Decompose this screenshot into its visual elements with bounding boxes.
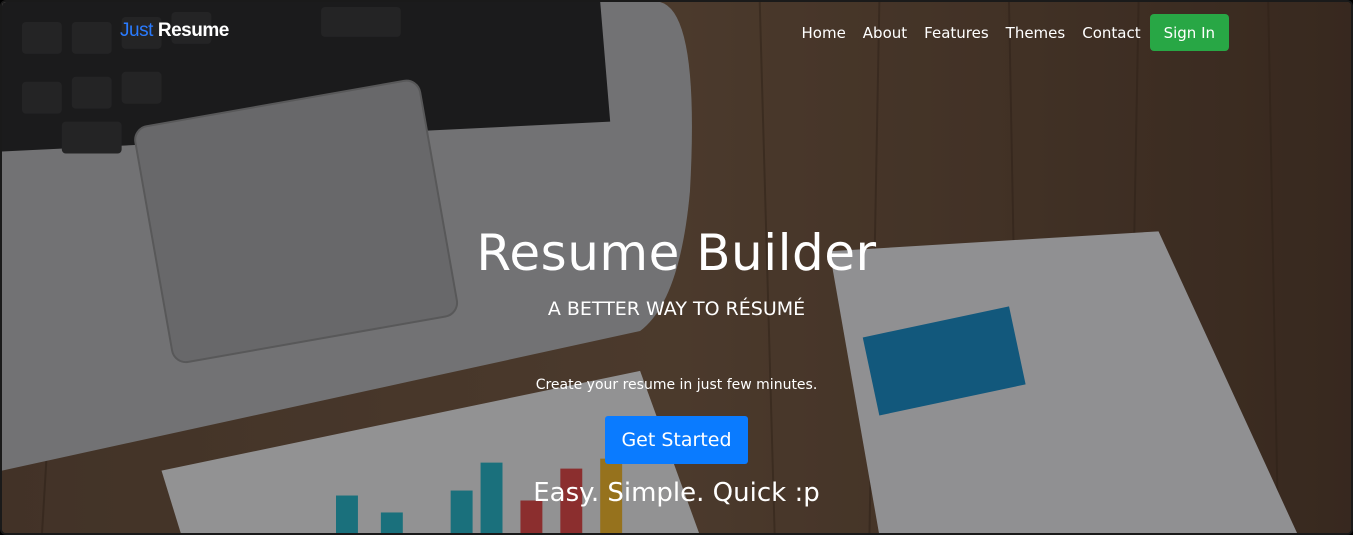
nav-link-contact[interactable]: Contact <box>1082 15 1140 51</box>
hero-title: Resume Builder <box>476 224 877 282</box>
brand-logo[interactable]: Just Resume <box>120 20 229 42</box>
nav-menu: Home About Features Themes Contact Sign … <box>802 14 1229 51</box>
nav-link-themes[interactable]: Themes <box>1006 15 1066 51</box>
navbar: Just Resume Home About Features Themes Co… <box>2 12 1351 52</box>
nav-link-home[interactable]: Home <box>802 15 846 51</box>
hero-tagline: Easy. Simple. Quick :p <box>533 478 820 508</box>
nav-link-about[interactable]: About <box>863 15 907 51</box>
nav-link-features[interactable]: Features <box>924 15 989 51</box>
hero-subtitle: A BETTER WAY TO RÉSUMÉ <box>547 298 806 320</box>
page-frame: Just Resume Home About Features Themes Co… <box>0 0 1353 535</box>
brand-part-resume: Resume <box>157 20 229 41</box>
hero-description: Create your resume in just few minutes. <box>535 377 818 393</box>
get-started-button[interactable]: Get Started <box>605 416 748 464</box>
sign-in-button[interactable]: Sign In <box>1149 14 1229 51</box>
brand-part-just: Just <box>120 20 153 41</box>
